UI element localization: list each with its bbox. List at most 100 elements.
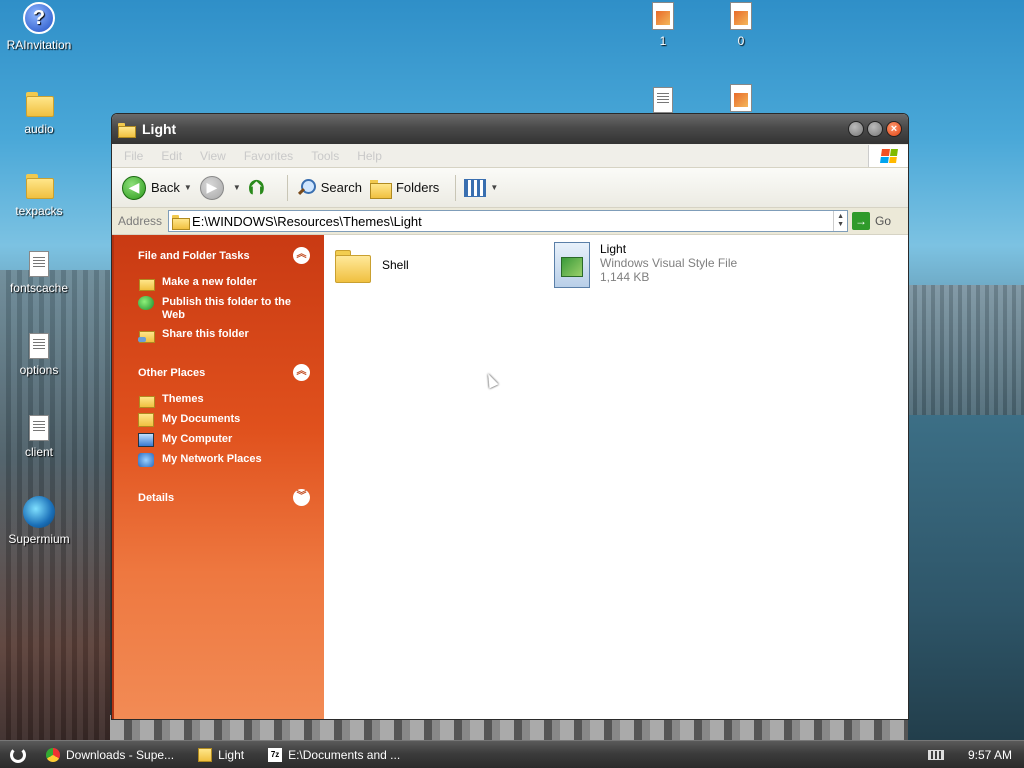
place-label: My Computer bbox=[162, 433, 233, 445]
maximize-button[interactable] bbox=[867, 121, 883, 137]
search-button[interactable]: Search bbox=[296, 178, 362, 198]
chevron-down-icon[interactable]: ▼ bbox=[490, 183, 498, 192]
desktop-icon-1[interactable]: 1 bbox=[624, 2, 702, 48]
back-button[interactable]: ◀ Back ▼ bbox=[122, 175, 192, 200]
collapse-icon[interactable]: ︽ bbox=[293, 247, 310, 264]
7zip-icon: 7z bbox=[268, 747, 283, 762]
menu-tools[interactable]: Tools bbox=[311, 149, 339, 163]
place-my-network-places[interactable]: My Network Places bbox=[138, 453, 310, 467]
document-icon bbox=[29, 415, 49, 441]
place-my-computer[interactable]: My Computer bbox=[138, 433, 310, 447]
desktop-icon-rainvitation[interactable]: ? RAInvitation bbox=[0, 2, 78, 52]
desktop-icon-label: 1 bbox=[659, 34, 667, 48]
file-list[interactable]: Shell Light Windows Visual Style File 1,… bbox=[324, 235, 908, 719]
minimize-button[interactable] bbox=[848, 121, 864, 137]
forward-button[interactable]: ▶ ▼ bbox=[199, 175, 241, 200]
search-label: Search bbox=[320, 180, 362, 195]
keyboard-icon[interactable] bbox=[927, 749, 944, 760]
new-folder-icon bbox=[138, 276, 155, 291]
desktop-icon-label: texpacks bbox=[15, 204, 63, 218]
folders-button[interactable]: Folders bbox=[369, 179, 439, 199]
section-header[interactable]: File and Folder Tasks ︽ bbox=[138, 247, 310, 264]
place-themes[interactable]: Themes bbox=[138, 393, 310, 408]
chevron-down-icon[interactable]: ▼ bbox=[184, 183, 192, 192]
desktop-icon-fontscache[interactable]: fontscache bbox=[0, 248, 78, 295]
task-make-new-folder[interactable]: Make a new folder bbox=[138, 276, 310, 291]
task-label: Publish this folder to the Web bbox=[162, 296, 291, 321]
start-button[interactable] bbox=[0, 741, 36, 768]
desktop-icon-label: Supermium bbox=[8, 532, 70, 546]
menu-file[interactable]: File bbox=[124, 149, 143, 163]
desktop-icon-0[interactable]: 0 bbox=[702, 2, 780, 48]
task-share-folder[interactable]: Share this folder bbox=[138, 328, 310, 343]
views-button[interactable]: ▼ bbox=[464, 178, 498, 197]
file-type: Windows Visual Style File bbox=[600, 256, 738, 270]
taskbar-button-label: Light bbox=[218, 747, 245, 762]
task-label: Share this folder bbox=[162, 328, 249, 340]
system-tray: 9:57 AM bbox=[927, 748, 1024, 762]
folder-icon bbox=[334, 248, 372, 283]
address-value[interactable]: E:\WINDOWS\Resources\Themes\Light bbox=[192, 214, 833, 229]
desktop-icon-label: client bbox=[24, 445, 53, 459]
image-icon bbox=[730, 2, 752, 30]
file-item-light[interactable]: Light Windows Visual Style File 1,144 KB bbox=[554, 242, 737, 288]
desktop-icon-label: options bbox=[19, 363, 59, 377]
toolbar-separator bbox=[286, 174, 288, 201]
desktop-icon-label: audio bbox=[24, 122, 54, 136]
desktop-icon-supermium[interactable]: Supermium bbox=[0, 496, 78, 546]
desktop-icon-image[interactable] bbox=[702, 84, 780, 116]
up-folder-icon[interactable]: ⮉ bbox=[249, 177, 271, 199]
windows-logo bbox=[868, 144, 908, 167]
clock[interactable]: 9:57 AM bbox=[968, 748, 1012, 762]
task-pane: File and Folder Tasks ︽ Make a new folde… bbox=[112, 235, 324, 719]
desktop-icon-client[interactable]: client bbox=[0, 412, 78, 459]
taskbar-button-7zip[interactable]: 7z E:\Documents and ... bbox=[258, 743, 410, 767]
file-name: Light bbox=[600, 242, 627, 256]
start-icon bbox=[10, 746, 26, 763]
chrome-icon bbox=[46, 747, 60, 762]
address-label: Address bbox=[118, 214, 163, 228]
go-arrow-icon: → bbox=[852, 212, 871, 230]
title-bar[interactable]: Light × bbox=[112, 114, 908, 144]
section-header[interactable]: Other Places ︽ bbox=[138, 364, 310, 381]
chevron-down-icon[interactable]: ▼ bbox=[233, 183, 241, 192]
address-field[interactable]: E:\WINDOWS\Resources\Themes\Light ▲ ▼ bbox=[168, 210, 849, 232]
address-dropdown-button[interactable]: ▲ ▼ bbox=[833, 211, 847, 231]
close-button[interactable]: × bbox=[886, 121, 902, 137]
desktop-wallpaper-right bbox=[908, 285, 1024, 740]
collapse-icon[interactable]: ︽ bbox=[293, 364, 310, 381]
desktop-icon-label: fontscache bbox=[9, 281, 69, 295]
file-item-shell[interactable]: Shell bbox=[334, 248, 409, 283]
folder-icon bbox=[118, 122, 136, 138]
back-arrow-icon: ◀ bbox=[122, 175, 146, 200]
mouse-cursor-icon bbox=[483, 371, 499, 389]
menu-edit[interactable]: Edit bbox=[161, 149, 182, 163]
document-icon bbox=[29, 251, 49, 277]
folder-icon bbox=[172, 214, 191, 230]
folder-icon bbox=[23, 86, 55, 118]
section-header[interactable]: Details ︾ bbox=[138, 489, 310, 506]
help-icon: ? bbox=[23, 2, 55, 34]
desktop-icon-audio[interactable]: audio bbox=[0, 86, 78, 136]
window-body: File and Folder Tasks ︽ Make a new folde… bbox=[112, 235, 908, 719]
taskbar-button-light[interactable]: Light bbox=[188, 743, 254, 767]
taskbar-button-downloads[interactable]: Downloads - Supe... bbox=[36, 743, 184, 767]
search-icon bbox=[296, 178, 316, 198]
section-title: File and Folder Tasks bbox=[138, 249, 250, 262]
desktop-icon-options[interactable]: options bbox=[0, 330, 78, 377]
task-publish-to-web[interactable]: Publish this folder to the Web bbox=[138, 296, 310, 322]
menu-help[interactable]: Help bbox=[357, 149, 382, 163]
folder-icon bbox=[23, 168, 55, 200]
file-name: Shell bbox=[382, 258, 409, 272]
details-section: Details ︾ bbox=[138, 489, 310, 506]
menu-favorites[interactable]: Favorites bbox=[244, 149, 293, 163]
my-documents-icon bbox=[138, 413, 154, 427]
desktop-icon-texpacks[interactable]: texpacks bbox=[0, 168, 78, 218]
place-my-documents[interactable]: My Documents bbox=[138, 413, 310, 427]
expand-icon[interactable]: ︾ bbox=[293, 489, 310, 506]
go-button[interactable]: → Go bbox=[852, 212, 891, 230]
menu-bar: File Edit View Favorites Tools Help bbox=[112, 144, 908, 168]
menu-view[interactable]: View bbox=[200, 149, 226, 163]
file-meta: Light Windows Visual Style File 1,144 KB bbox=[600, 242, 737, 284]
taskbar-button-label: E:\Documents and ... bbox=[288, 747, 401, 762]
